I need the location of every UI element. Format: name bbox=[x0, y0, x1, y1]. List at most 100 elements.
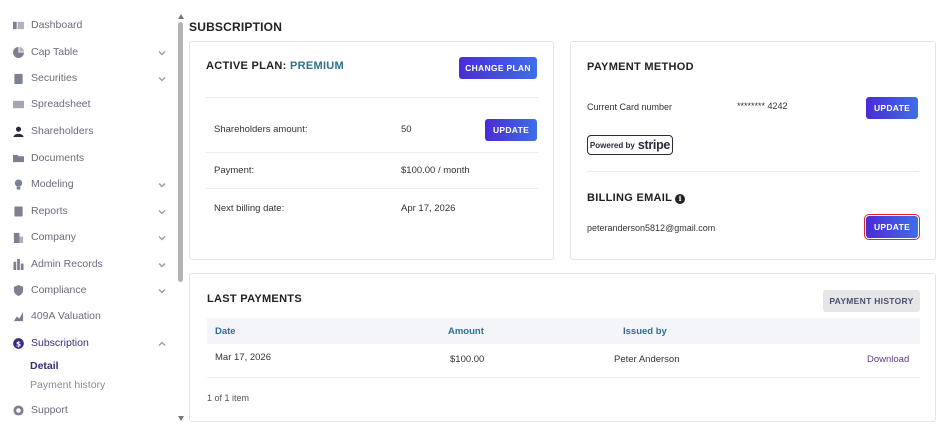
person-icon bbox=[12, 125, 24, 137]
divider bbox=[206, 188, 538, 189]
plan-name: PREMIUM bbox=[289, 60, 345, 72]
active-plan-label: ACTIVE PLAN: bbox=[206, 60, 287, 72]
report-icon bbox=[12, 205, 24, 217]
sidebar-item-spreadsheet[interactable]: Spreadsheet bbox=[12, 94, 172, 114]
table-icon bbox=[12, 98, 24, 110]
clipboard-icon bbox=[12, 72, 24, 84]
column-header-date[interactable]: Date bbox=[215, 326, 236, 337]
chevron-down-icon bbox=[158, 286, 166, 294]
sidebar-subitem-payment-history[interactable]: Payment history bbox=[30, 379, 105, 391]
sidebar-item-support[interactable]: Support bbox=[12, 400, 172, 420]
column-header-issued-by[interactable]: Issued by bbox=[623, 326, 667, 337]
card-number-value: ******** 4242 bbox=[737, 101, 788, 111]
chevron-down-icon bbox=[158, 260, 166, 268]
billing-email-label: BILLING EMAIL bbox=[587, 192, 673, 204]
billing-email-heading: BILLING EMAIL i bbox=[587, 192, 686, 204]
sidebar-item-subscription[interactable]: $ Subscription bbox=[12, 333, 172, 353]
powered-by-text: Powered by bbox=[589, 140, 635, 150]
divider bbox=[206, 152, 538, 153]
sidebar: Dashboard Cap Table Securities Spreadshe… bbox=[0, 0, 178, 433]
next-billing-date-label: Next billing date: bbox=[214, 203, 285, 214]
sidebar-item-cap-table[interactable]: Cap Table bbox=[12, 42, 172, 62]
divider bbox=[587, 171, 919, 172]
row-date: Mar 17, 2026 bbox=[215, 352, 271, 363]
sidebar-item-company[interactable]: Company bbox=[12, 227, 172, 247]
chevron-down-icon bbox=[158, 207, 166, 215]
shareholders-amount-label: Shareholders amount: bbox=[214, 124, 308, 135]
change-plan-button[interactable]: CHANGE PLAN bbox=[459, 57, 537, 79]
sidebar-item-label: Cap Table bbox=[31, 46, 79, 58]
sidebar-item-label: 409A Valuation bbox=[31, 310, 101, 322]
last-payments-card: LAST PAYMENTS PAYMENT HISTORY Date Amoun… bbox=[189, 273, 936, 422]
scroll-up-arrow-icon[interactable] bbox=[178, 14, 184, 19]
sidebar-item-label: Company bbox=[31, 231, 76, 243]
sidebar-item-compliance[interactable]: Compliance bbox=[12, 280, 172, 300]
sidebar-item-label: Subscription bbox=[31, 337, 89, 349]
bulb-icon bbox=[12, 178, 24, 190]
payment-history-button[interactable]: PAYMENT HISTORY bbox=[823, 290, 920, 312]
sidebar-item-shareholders[interactable]: Shareholders bbox=[12, 121, 172, 141]
page-title: SUBSCRIPTION bbox=[189, 20, 283, 34]
stripe-logo: stripe bbox=[637, 138, 671, 152]
shareholders-amount-value: 50 bbox=[401, 124, 412, 135]
powered-by-stripe-badge: Powered by stripe bbox=[587, 135, 673, 155]
chevron-down-icon bbox=[158, 48, 166, 56]
sidebar-item-label: Securities bbox=[31, 72, 78, 84]
sidebar-item-label: Admin Records bbox=[31, 258, 103, 270]
sidebar-item-admin-records[interactable]: Admin Records bbox=[12, 254, 172, 274]
download-link[interactable]: Download bbox=[867, 354, 909, 365]
active-plan-heading: ACTIVE PLAN: PREMIUM bbox=[206, 60, 344, 72]
sidebar-item-securities[interactable]: Securities bbox=[12, 68, 172, 88]
sidebar-item-label: Support bbox=[31, 404, 68, 416]
update-shareholders-button[interactable]: UPDATE bbox=[485, 119, 537, 141]
valuation-icon bbox=[12, 310, 24, 322]
sidebar-item-label: Documents bbox=[31, 152, 85, 164]
sidebar-item-modeling[interactable]: Modeling bbox=[12, 174, 172, 194]
divider bbox=[207, 377, 920, 378]
sidebar-item-reports[interactable]: Reports bbox=[12, 201, 172, 221]
scroll-down-arrow-icon[interactable] bbox=[178, 416, 184, 421]
payment-method-card: PAYMENT METHOD Current Card number *****… bbox=[570, 41, 936, 260]
table-header: Date Amount Issued by bbox=[207, 318, 920, 344]
chevron-up-icon bbox=[158, 339, 166, 347]
chevron-down-icon bbox=[158, 180, 166, 188]
sidebar-item-label: Dashboard bbox=[31, 19, 83, 31]
payment-label: Payment: bbox=[214, 165, 255, 176]
shield-icon bbox=[12, 284, 24, 296]
sidebar-item-409a-valuation[interactable]: 409A Valuation bbox=[12, 306, 172, 326]
payment-method-heading: PAYMENT METHOD bbox=[587, 61, 694, 73]
last-payments-heading: LAST PAYMENTS bbox=[207, 293, 302, 305]
payment-value: $100.00 / month bbox=[401, 165, 470, 176]
building-icon bbox=[12, 231, 24, 243]
update-billing-email-button[interactable]: UPDATE bbox=[864, 214, 920, 240]
active-plan-card: ACTIVE PLAN: PREMIUM CHANGE PLAN Shareho… bbox=[189, 41, 554, 260]
sidebar-item-label: Shareholders bbox=[31, 125, 94, 137]
sidebar-item-label: Spreadsheet bbox=[31, 98, 91, 110]
current-card-label: Current Card number bbox=[587, 102, 673, 112]
row-issued-by: Peter Anderson bbox=[614, 354, 680, 365]
update-card-button[interactable]: UPDATE bbox=[866, 97, 918, 119]
support-icon bbox=[12, 404, 24, 416]
sidebar-item-label: Compliance bbox=[31, 284, 87, 296]
chevron-down-icon bbox=[158, 233, 166, 241]
sidebar-subitem-detail[interactable]: Detail bbox=[30, 360, 59, 372]
pie-chart-icon bbox=[12, 46, 24, 58]
svg-text:$: $ bbox=[15, 339, 20, 348]
pagination-info: 1 of 1 item bbox=[207, 393, 250, 403]
info-icon[interactable]: i bbox=[675, 193, 686, 204]
divider bbox=[206, 97, 538, 98]
records-icon bbox=[12, 258, 24, 270]
next-billing-date-value: Apr 17, 2026 bbox=[401, 203, 456, 214]
sidebar-item-documents[interactable]: Documents bbox=[12, 148, 172, 168]
row-amount: $100.00 bbox=[450, 354, 485, 365]
sidebar-item-dashboard[interactable]: Dashboard bbox=[12, 15, 172, 35]
sidebar-item-label: Reports bbox=[31, 205, 68, 217]
column-header-amount[interactable]: Amount bbox=[448, 326, 484, 337]
billing-email-value: peteranderson5812@gmail.com bbox=[587, 223, 716, 233]
chevron-down-icon bbox=[158, 74, 166, 82]
folder-icon bbox=[12, 152, 24, 164]
dollar-icon: $ bbox=[12, 337, 24, 349]
dashboard-icon bbox=[12, 19, 24, 31]
sidebar-item-label: Modeling bbox=[31, 178, 74, 190]
sidebar-scrollbar-thumb[interactable] bbox=[178, 22, 183, 282]
